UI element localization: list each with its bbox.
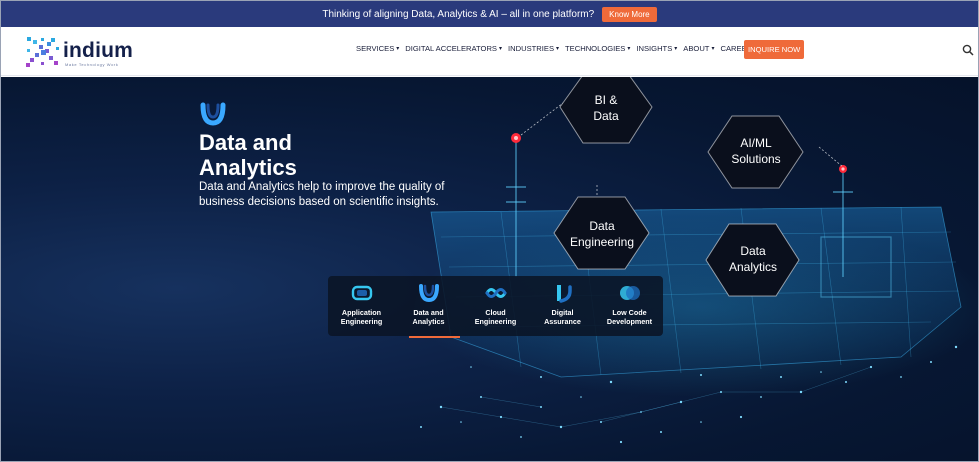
search-icon[interactable] [962,44,974,56]
hexagon-label: Engineering [569,235,635,249]
hero-title: Data and Analytics [199,130,297,180]
ship-network-illustration [411,77,978,444]
chevron-down-icon: ▾ [556,46,560,52]
chevron-down-icon: ▾ [499,46,503,52]
know-more-button[interactable]: Know More [602,6,657,22]
nav-label: TECHNOLOGIES [565,44,626,53]
hexagon-data-analytics: Data Analytics [715,243,791,275]
low-code-icon [619,286,640,300]
digital-assurance-icon [556,285,572,303]
nav-label: ABOUT [683,44,710,53]
hexagon-label: Data [593,109,619,123]
indium-logo-mark-icon [26,37,59,67]
nav-item-technologies[interactable]: TECHNOLOGIES ▾ [565,44,630,53]
tab-label: Digital Assurance [544,308,581,326]
tab-data-and-analytics[interactable]: Data and Analytics [395,276,462,338]
promo-banner: Thinking of aligning Data, Analytics & A… [1,1,978,27]
chevron-down-icon: ▾ [627,46,631,52]
nav-label: SERVICES [356,44,395,53]
chevron-down-icon: ▾ [396,46,400,52]
inquire-now-button[interactable]: INQUIRE NOW [744,40,805,59]
hexagon-label: Solutions [731,152,781,166]
logo-tagline: Make Technology Work [65,62,119,67]
nav-item-services[interactable]: SERVICES ▾ [356,44,399,53]
tab-label: Data and Analytics [412,308,445,326]
nav-label: DIGITAL ACCELERATORS [405,44,497,53]
hexagon-label: BI & [594,93,618,107]
app-engineering-icon [351,285,372,301]
hexagon-label: Analytics [728,260,778,274]
hero-description-line: business decisions based on scientific i… [199,196,439,208]
nav-item-digital-accelerators[interactable]: DIGITAL ACCELERATORS ▾ [405,44,502,53]
hero-title-line: Data and [199,130,292,155]
tab-label: Cloud Engineering [474,308,517,326]
hero-title-line: Analytics [199,155,297,180]
chevron-down-icon: ▾ [711,46,715,52]
nav-label: INSIGHTS [636,44,673,53]
hero-description: Data and Analytics help to improve the q… [199,180,499,210]
indium-logo[interactable]: indium Make Technology Work [25,35,135,69]
nav-item-about[interactable]: ABOUT ▾ [683,44,714,53]
nav-item-industries[interactable]: INDUSTRIES ▾ [508,44,559,53]
logo-wordmark: indium [63,39,134,62]
main-nav: SERVICES ▾ DIGITAL ACCELERATORS ▾ INDUSTRI… [356,44,757,53]
hero-section: Data and Analytics Data and Analytics he… [1,77,978,461]
hexagon-label: AI/ML [740,136,772,150]
tab-label: Application Engineering [340,308,383,326]
cloud-engineering-icon [485,288,506,298]
tab-cloud-engineering[interactable]: Cloud Engineering [462,276,529,336]
chevron-down-icon: ▾ [674,46,678,52]
hexagon-data-engineering: Data Engineering [561,218,643,250]
hexagon-label: Data [740,244,766,258]
hexagon-label: Data [589,219,615,233]
tab-label: Low Code Development [606,308,653,326]
site-header: indium Make Technology Work SERVICES ▾ DI… [1,27,978,76]
banner-text: Thinking of aligning Data, Analytics & A… [322,8,595,20]
tab-low-code-development[interactable]: Low Code Development [596,276,663,336]
hero-description-line: Data and Analytics help to improve the q… [199,181,445,193]
hexagon-ai-ml: AI/ML Solutions [718,135,794,167]
hexagon-bi-data: BI & Data [570,92,642,124]
service-tabs: Application Engineering Data and Analytics… [328,276,663,338]
tab-application-engineering[interactable]: Application Engineering [328,276,395,336]
nav-item-insights[interactable]: INSIGHTS ▾ [636,44,677,53]
data-analytics-icon [200,102,226,126]
data-analytics-icon [418,284,439,303]
nav-label: INDUSTRIES [508,44,555,53]
tab-digital-assurance[interactable]: Digital Assurance [529,276,596,336]
